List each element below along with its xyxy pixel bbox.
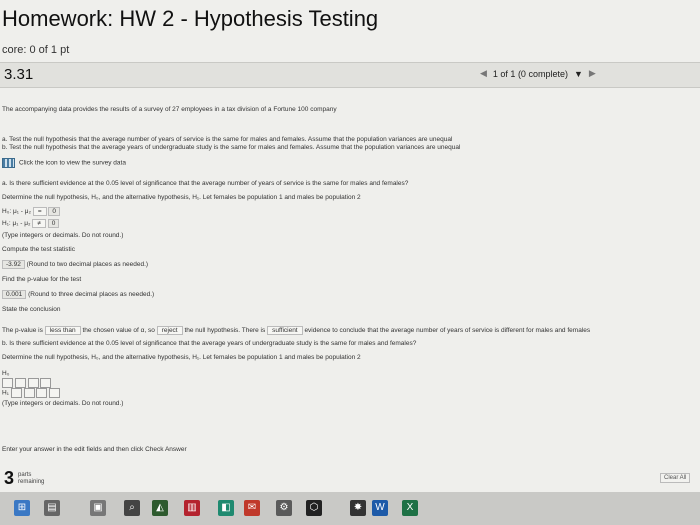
part-a-description: a. Test the null hypothesis that the ave… — [2, 136, 453, 143]
conclusion-row: The p-value is less than the chosen valu… — [2, 326, 590, 335]
excel-icon[interactable]: X — [402, 500, 418, 516]
type-integers-note-b: (Type integers or decimals. Do not round… — [2, 400, 124, 407]
compute-statistic: Compute the test statistic — [2, 246, 75, 253]
statistic-row: -3.92 (Round to two decimal places as ne… — [2, 260, 148, 269]
parts-remaining: 3 parts remaining — [4, 468, 44, 489]
h1b-label: H₁ — [2, 389, 9, 397]
remaining-label: remaining — [18, 478, 45, 485]
conclusion-text-2: the chosen value of α, so — [82, 327, 155, 334]
h1-label: H₁: μ₁ - μ₂ — [2, 220, 31, 227]
question-number: 3.31 — [4, 66, 34, 83]
settings-icon[interactable]: ⚙ — [276, 500, 292, 516]
h0-operator-select[interactable]: = — [32, 207, 47, 216]
h1b-term1-input[interactable] — [10, 388, 22, 398]
app-icon[interactable]: ◭ — [152, 500, 168, 516]
type-integers-note: (Type integers or decimals. Do not round… — [2, 232, 124, 239]
prev-question-icon[interactable]: ◀ — [480, 68, 487, 79]
task-view-icon[interactable]: ▤ — [44, 500, 60, 516]
search-icon[interactable]: ⌕ — [124, 500, 140, 516]
h0b-term1-input[interactable] — [2, 378, 13, 388]
h0b-value-input[interactable] — [40, 378, 52, 388]
test-statistic-input[interactable]: -3.92 — [2, 260, 25, 269]
h0b-operator-select[interactable] — [27, 378, 39, 388]
score-text: core: 0 of 1 pt — [2, 44, 70, 56]
pvalue-comparison-select[interactable]: less than — [44, 326, 81, 335]
question-dropdown-icon[interactable]: ▼ — [574, 69, 583, 79]
h0b-fields — [2, 378, 52, 388]
homework-page: Homework: HW 2 - Hypothesis Testing core… — [0, 0, 700, 492]
h0-value-input[interactable]: 0 — [48, 207, 61, 216]
h1-operator-select[interactable]: ≠ — [32, 219, 46, 228]
question-progress: 1 of 1 (0 complete) — [492, 68, 568, 79]
h1b-value-input[interactable] — [49, 388, 61, 398]
h0-row: H₀: μ₁ - μ₂ = 0 — [2, 207, 61, 216]
find-p-value: Find the p-value for the test — [2, 276, 82, 283]
mail-icon[interactable]: ✉ — [244, 500, 260, 516]
gear-icon[interactable]: ✸ — [350, 500, 366, 516]
conclusion-text-1: The p-value is — [2, 327, 43, 334]
parts-label: parts — [18, 471, 32, 478]
h1-value-input[interactable]: 0 — [47, 219, 60, 228]
word-icon[interactable]: W — [372, 500, 388, 516]
h1b-row: H₁ — [2, 388, 61, 398]
question-b: b. Is there sufficient evidence at the 0… — [2, 340, 417, 347]
photos-icon[interactable]: ▣ — [90, 500, 106, 516]
intro-text: The accompanying data provides the resul… — [2, 106, 337, 113]
onenote-icon[interactable]: ▥ — [184, 500, 200, 516]
h1-row: H₁: μ₁ - μ₂ ≠ 0 — [2, 219, 60, 228]
windows-start-icon[interactable]: ⊞ — [14, 500, 30, 516]
state-conclusion: State the conclusion — [2, 306, 61, 313]
h1b-term2-input[interactable] — [23, 388, 35, 398]
next-question-icon[interactable]: ▶ — [589, 68, 596, 79]
determine-hypotheses-b: Determine the null hypothesis, H₀, and t… — [2, 354, 361, 361]
h0b-term2-input[interactable] — [14, 378, 26, 388]
h0b-label: H₀ — [2, 370, 10, 377]
evidence-select[interactable]: sufficient — [267, 326, 303, 335]
part-b-description: b. Test the null hypothesis that the ave… — [2, 144, 461, 151]
question-nav: ◀ 1 of 1 (0 complete) ▼ ▶ — [480, 68, 596, 79]
page-title: Homework: HW 2 - Hypothesis Testing — [2, 6, 379, 31]
network-icon[interactable]: ⬡ — [306, 500, 322, 516]
round-three-note: (Round to three decimal places as needed… — [28, 291, 155, 298]
question-a: a. Is there sufficient evidence at the 0… — [2, 180, 409, 187]
store-icon[interactable]: ◧ — [218, 500, 234, 516]
h0-label: H₀: μ₁ - μ₂ — [2, 208, 31, 215]
taskbar: ⊞ ▤ ▣ ⌕ ◭ ▥ ◧ ✉ ⚙ ⬡ ✸ W X — [0, 492, 700, 525]
h1b-operator-select[interactable] — [36, 388, 48, 398]
view-data-link[interactable]: Click the icon to view the survey data — [2, 158, 126, 168]
data-table-icon[interactable] — [2, 158, 15, 168]
h0b-row: H₀ — [2, 370, 9, 377]
enter-answer-instructions: Enter your answer in the edit fields and… — [2, 446, 187, 453]
clear-all-button[interactable]: Clear All — [660, 473, 691, 483]
p-value-input[interactable]: 0.001 — [2, 290, 27, 299]
round-two-note: (Round to two decimal places as needed.) — [26, 261, 149, 268]
reject-select[interactable]: reject — [156, 326, 183, 335]
conclusion-text-3: the null hypothesis. There is — [184, 327, 266, 334]
determine-hypotheses: Determine the null hypothesis, H₀, and t… — [2, 194, 361, 201]
p-value-row: 0.001 (Round to three decimal places as … — [2, 290, 154, 299]
question-bar: 3.31 ◀ 1 of 1 (0 complete) ▼ ▶ — [0, 62, 700, 88]
parts-remaining-count: 3 — [4, 468, 15, 488]
conclusion-text-4: evidence to conclude that the average nu… — [304, 327, 591, 334]
